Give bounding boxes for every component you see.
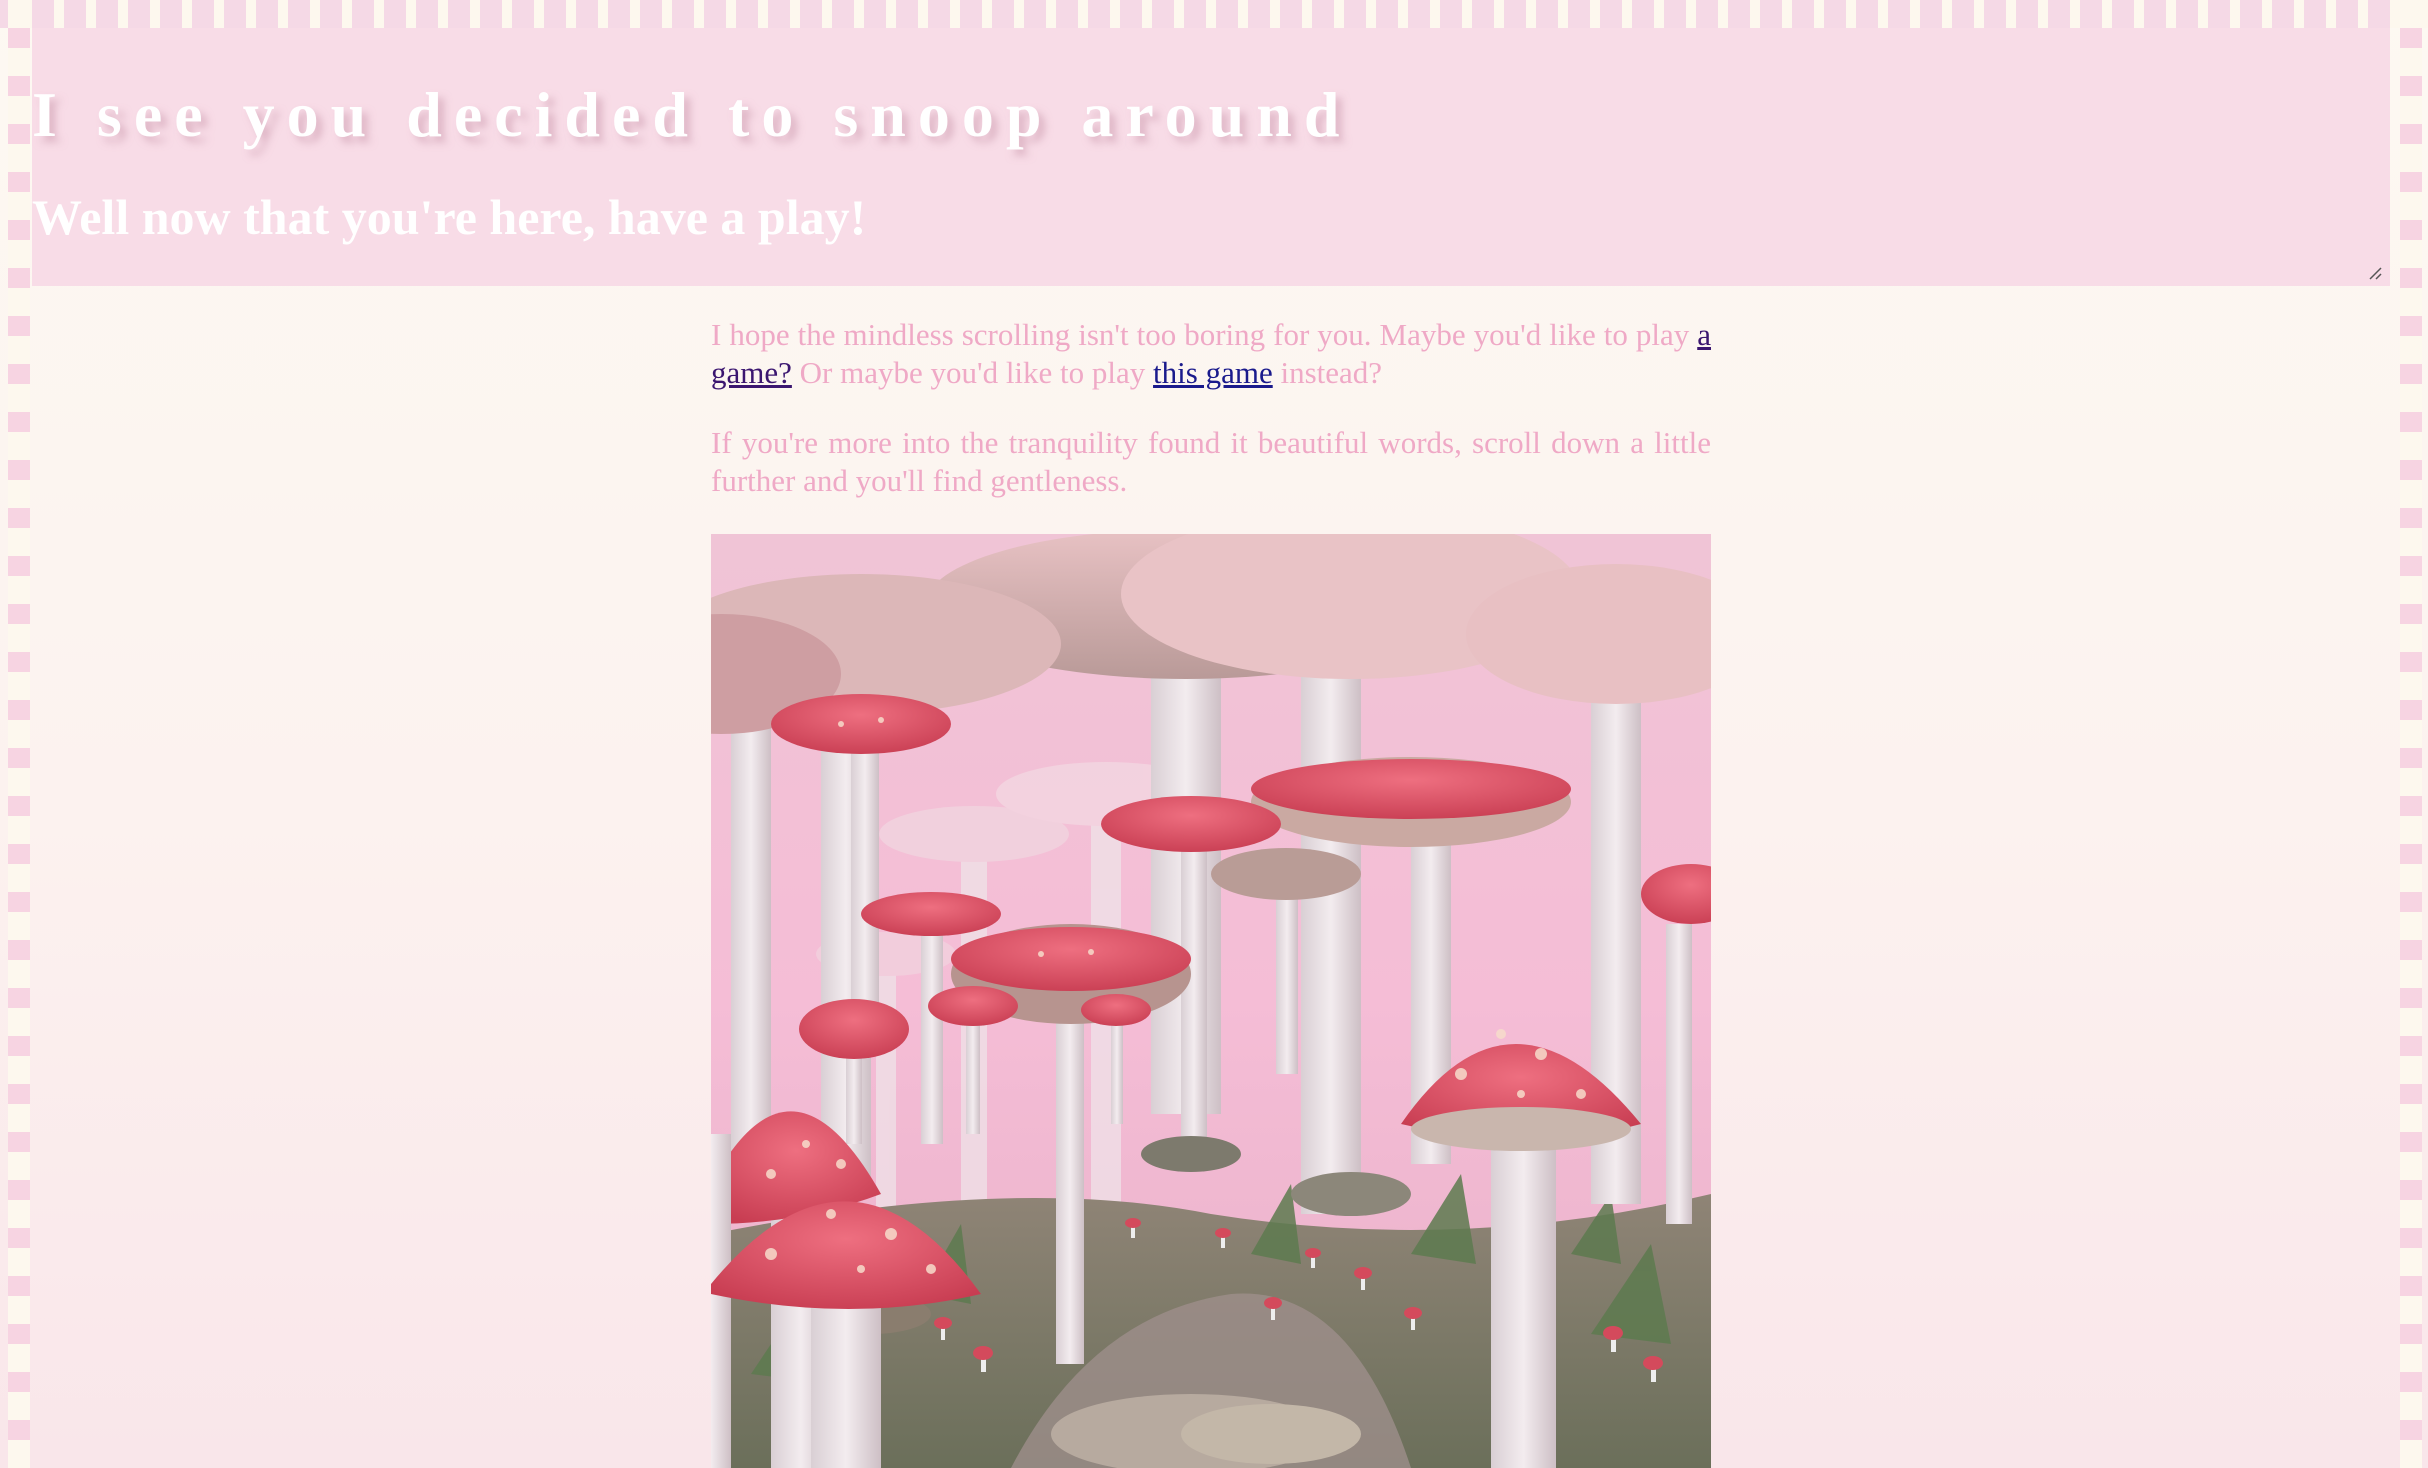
intro-paragraph: I hope the mindless scrolling isn't too …	[711, 316, 1711, 392]
resize-handle-icon[interactable]	[2368, 266, 2382, 280]
main-content: I hope the mindless scrolling isn't too …	[711, 316, 1711, 532]
mushroom-forest-illustration	[711, 534, 1711, 1468]
mushroom-forest-image	[711, 534, 1711, 1468]
page-title: I see you decided to snoop around	[32, 79, 1352, 150]
intro-text-part1: I hope the mindless scrolling isn't too …	[711, 317, 1698, 352]
page-subtitle: Well now that you're here, have a play!	[32, 189, 867, 245]
checkered-border-left	[0, 0, 32, 1468]
intro-text-part3: instead?	[1272, 355, 1383, 390]
checkered-border-right	[2396, 0, 2428, 1468]
intro-text-part2: Or maybe you'd like to play	[791, 355, 1154, 390]
game-link-2[interactable]: this game	[1153, 355, 1273, 390]
header-banner: I see you decided to snoop around Well n…	[32, 28, 2390, 286]
checkered-border-top	[0, 0, 2428, 28]
tranquility-paragraph: If you're more into the tranquility foun…	[711, 425, 1711, 498]
